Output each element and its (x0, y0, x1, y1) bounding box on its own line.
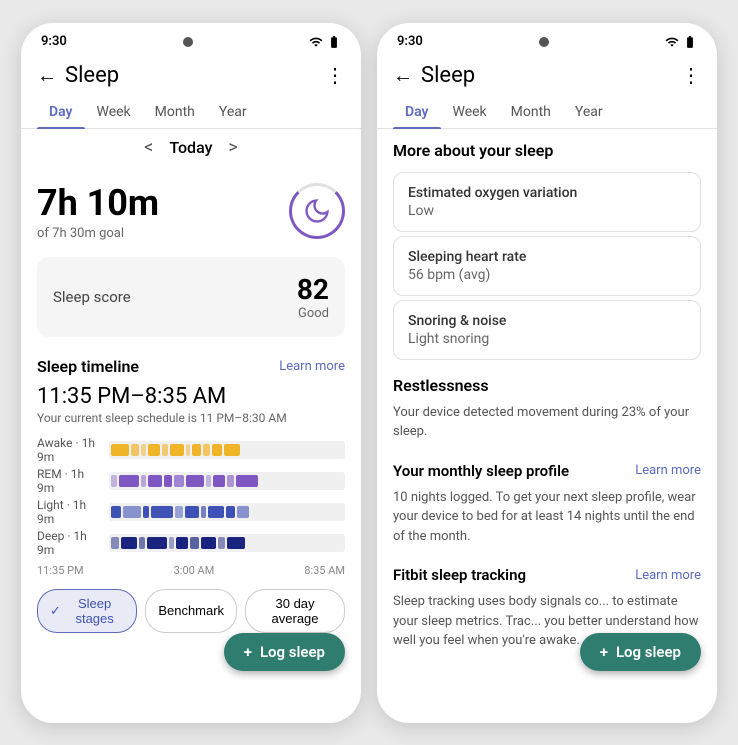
back-button-right[interactable]: ← (393, 63, 413, 88)
sleep-minutes: 10m (87, 182, 160, 224)
sleep-stages-check: ✓ (50, 603, 61, 619)
restlessness-title: Restlessness (393, 376, 489, 395)
timeline-title: Sleep timeline (37, 357, 139, 376)
prev-date-button[interactable]: < (144, 137, 153, 158)
fitbit-tracking-title: Fitbit sleep tracking (393, 566, 526, 584)
timeline-row-awake: Awake · 1h 9m (37, 436, 345, 464)
tab-day-left[interactable]: Day (37, 96, 85, 128)
deep-label: Deep · 1h 9m (37, 529, 101, 557)
sleep-circle-icon (289, 183, 345, 239)
more-menu-right[interactable]: ⋮ (681, 63, 701, 87)
score-description: Good (297, 306, 329, 321)
camera-dot-left (183, 37, 193, 47)
status-icons-right (665, 35, 697, 49)
page-title-left: Sleep (65, 63, 317, 88)
score-label: Sleep score (53, 288, 131, 306)
score-card: Sleep score 82 Good (37, 257, 345, 337)
log-sleep-fab-left[interactable]: + Log sleep (224, 633, 345, 671)
sleep-time-range: 11:35 PM–8:35 AM (21, 380, 361, 411)
fitbit-tracking-header: Fitbit sleep tracking Learn more (377, 554, 717, 588)
time-end: 8:35 AM (304, 564, 345, 577)
snoring-card: Snoring & noise Light snoring (393, 300, 701, 360)
monthly-profile-title: Your monthly sleep profile (393, 462, 569, 480)
light-label: Light · 1h 9m (37, 498, 101, 526)
tab-year-left[interactable]: Year (207, 96, 259, 128)
restlessness-header: Restlessness (377, 364, 717, 399)
tab-year-right[interactable]: Year (563, 96, 615, 128)
header-right: ← Sleep ⋮ (377, 55, 717, 96)
monthly-profile-text: 10 nights logged. To get your next sleep… (377, 484, 717, 555)
rem-label: REM · 1h 9m (37, 467, 101, 495)
next-date-button[interactable]: > (228, 137, 237, 158)
monthly-profile-header: Your monthly sleep profile Learn more (377, 450, 717, 484)
timeline-row-rem: REM · 1h 9m (37, 467, 345, 495)
current-date-label: Today (169, 138, 212, 157)
tab-week-left[interactable]: Week (85, 96, 143, 128)
time-mid: 3:00 AM (174, 564, 215, 577)
header-left: ← Sleep ⋮ (21, 55, 361, 96)
timeline-bars: Awake · 1h 9m (21, 436, 361, 557)
tab-week-right[interactable]: Week (441, 96, 499, 128)
left-phone: 9:30 ← Sleep ⋮ Day Week Month Year < Tod… (21, 23, 361, 723)
oxygen-variation-card: Estimated oxygen variation Low (393, 172, 701, 232)
tab-day-right[interactable]: Day (393, 96, 441, 128)
restlessness-text: Your device detected movement during 23%… (377, 399, 717, 450)
sleep-duration-text: 7h 10m (37, 182, 159, 224)
snoring-title: Snoring & noise (408, 313, 686, 329)
log-sleep-icon-left: + (244, 643, 252, 661)
date-navigation: < Today > (21, 129, 361, 166)
time-start: 11:35 PM (37, 564, 84, 577)
oxygen-variation-title: Estimated oxygen variation (408, 185, 686, 201)
status-bar-right: 9:30 (377, 23, 717, 55)
log-sleep-label-left: Log sleep (260, 643, 325, 661)
sleep-goal-text: of 7h 30m goal (37, 226, 159, 241)
bottom-filter-buttons: ✓ Sleep stages Benchmark 30 day average (21, 581, 361, 641)
timeline-time-markers: 11:35 PM 3:00 AM 8:35 AM (21, 560, 361, 581)
snoring-value: Light snoring (408, 331, 686, 347)
tabs-right: Day Week Month Year (377, 96, 717, 129)
awake-bar (109, 441, 345, 459)
status-bar-left: 9:30 (21, 23, 361, 55)
benchmark-button[interactable]: Benchmark (145, 589, 237, 633)
more-about-sleep-title: More about your sleep (377, 129, 717, 168)
oxygen-variation-value: Low (408, 203, 686, 219)
heart-rate-card: Sleeping heart rate 56 bpm (avg) (393, 236, 701, 296)
back-button-left[interactable]: ← (37, 63, 57, 88)
rem-bar (109, 472, 345, 490)
sleep-hours: 7h (37, 182, 78, 224)
light-bar (109, 503, 345, 521)
tabs-left: Day Week Month Year (21, 96, 361, 129)
tab-month-left[interactable]: Month (143, 96, 207, 128)
score-value: 82 (297, 273, 329, 306)
heart-rate-value: 56 bpm (avg) (408, 267, 686, 283)
timeline-row-light: Light · 1h 9m (37, 498, 345, 526)
sleep-duration-block: 7h 10m of 7h 30m goal (21, 166, 361, 249)
time-right: 9:30 (397, 34, 423, 49)
awake-label: Awake · 1h 9m (37, 436, 101, 464)
camera-dot-right (539, 37, 549, 47)
log-sleep-label-right: Log sleep (616, 643, 681, 661)
timeline-section-header: Sleep timeline Learn more (21, 345, 361, 380)
monthly-profile-learn-more[interactable]: Learn more (635, 463, 701, 478)
log-sleep-fab-right[interactable]: + Log sleep (580, 633, 701, 671)
30-day-avg-button[interactable]: 30 day average (245, 589, 345, 633)
time-left: 9:30 (41, 34, 67, 49)
sleep-stages-button[interactable]: ✓ Sleep stages (37, 589, 137, 633)
score-value-block: 82 Good (297, 273, 329, 321)
page-title-right: Sleep (421, 63, 673, 88)
heart-rate-title: Sleeping heart rate (408, 249, 686, 265)
deep-bar (109, 534, 345, 552)
timeline-row-deep: Deep · 1h 9m (37, 529, 345, 557)
log-sleep-icon-right: + (600, 643, 608, 661)
status-icons-left (309, 35, 341, 49)
sleep-stages-label: Sleep stages (65, 596, 124, 626)
tab-month-right[interactable]: Month (499, 96, 563, 128)
more-menu-left[interactable]: ⋮ (325, 63, 345, 87)
timeline-learn-more[interactable]: Learn more (279, 359, 345, 374)
sleep-schedule-note: Your current sleep schedule is 11 PM–8:3… (21, 411, 361, 433)
fitbit-tracking-learn-more[interactable]: Learn more (635, 568, 701, 583)
right-phone: 9:30 ← Sleep ⋮ Day Week Month Year More … (377, 23, 717, 723)
